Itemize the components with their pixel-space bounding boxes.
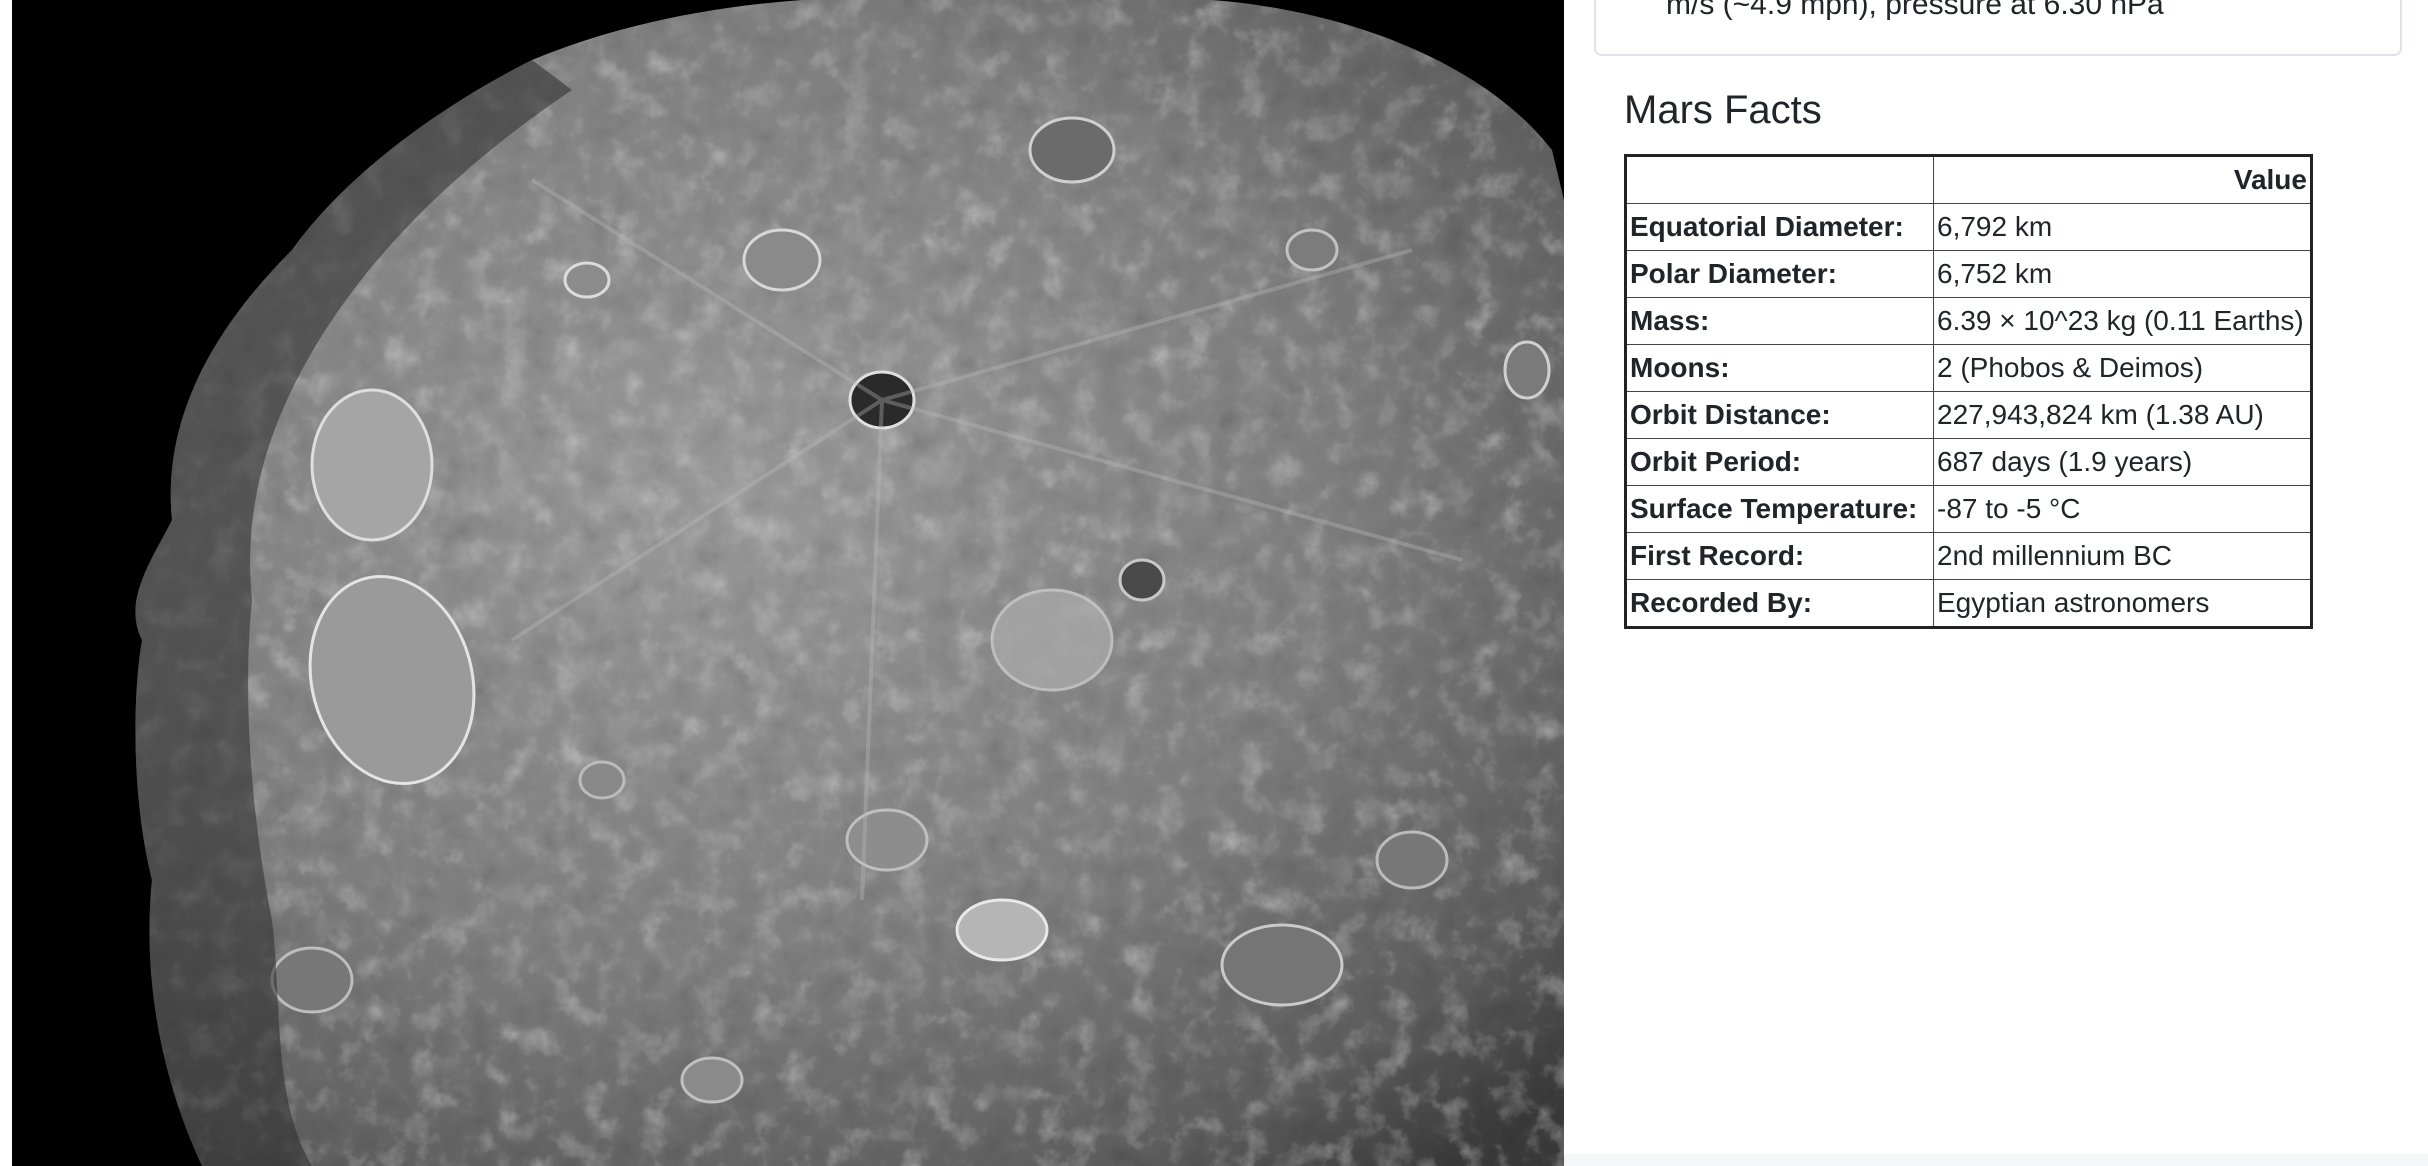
row-value: -87 to -5 °C — [1933, 485, 2312, 533]
table-row: Mass: 6.39 × 10^23 kg (0.11 Earths) — [1625, 297, 2312, 345]
table-row: Moons: 2 (Phobos & Deimos) — [1625, 344, 2312, 392]
header-label-cell — [1625, 155, 1934, 204]
facts-title: Mars Facts — [1624, 88, 1822, 132]
row-label: Recorded By: — [1625, 579, 1934, 628]
row-value: 687 days (1.9 years) — [1933, 438, 2312, 486]
row-value: 6.39 × 10^23 kg (0.11 Earths) — [1933, 297, 2312, 345]
row-label: Mass: — [1625, 297, 1934, 345]
row-value: 2 (Phobos & Deimos) — [1933, 344, 2312, 392]
row-label: Orbit Period: — [1625, 438, 1934, 486]
sidebar: m/s (~4.9 mph), pressure at 6.30 hPa Mar… — [1594, 0, 2402, 1166]
row-value: 227,943,824 km (1.38 AU) — [1933, 391, 2312, 439]
weather-card: m/s (~4.9 mph), pressure at 6.30 hPa — [1594, 0, 2402, 56]
table-row: Surface Temperature: -87 to -5 °C — [1625, 485, 2312, 533]
scroll-shadow — [1564, 1154, 2428, 1166]
table-row: First Record: 2nd millennium BC — [1625, 532, 2312, 580]
row-value: 2nd millennium BC — [1933, 532, 2312, 580]
row-label: Polar Diameter: — [1625, 250, 1934, 298]
row-value: 6,792 km — [1933, 203, 2312, 251]
weather-text: m/s (~4.9 mph), pressure at 6.30 hPa — [1666, 0, 2164, 21]
featured-image[interactable] — [12, 0, 1564, 1166]
table-row: Orbit Period: 687 days (1.9 years) — [1625, 438, 2312, 486]
row-value: Egyptian astronomers — [1933, 579, 2312, 628]
row-label: Surface Temperature: — [1625, 485, 1934, 533]
table-row: Orbit Distance: 227,943,824 km (1.38 AU) — [1625, 391, 2312, 439]
page: m/s (~4.9 mph), pressure at 6.30 hPa Mar… — [0, 0, 2428, 1166]
table-header-row: Value — [1625, 155, 2312, 204]
table-row: Polar Diameter: 6,752 km — [1625, 250, 2312, 298]
table-row: Recorded By: Egyptian astronomers — [1625, 579, 2312, 628]
row-value: 6,752 km — [1933, 250, 2312, 298]
asteroid-image — [12, 0, 1564, 1166]
table-row: Equatorial Diameter: 6,792 km — [1625, 203, 2312, 251]
row-label: Orbit Distance: — [1625, 391, 1934, 439]
row-label: Equatorial Diameter: — [1625, 203, 1934, 251]
row-label: Moons: — [1625, 344, 1934, 392]
row-label: First Record: — [1625, 532, 1934, 580]
header-value-cell: Value — [1933, 155, 2312, 204]
facts-table: Value Equatorial Diameter: 6,792 km Pola… — [1624, 154, 2313, 629]
